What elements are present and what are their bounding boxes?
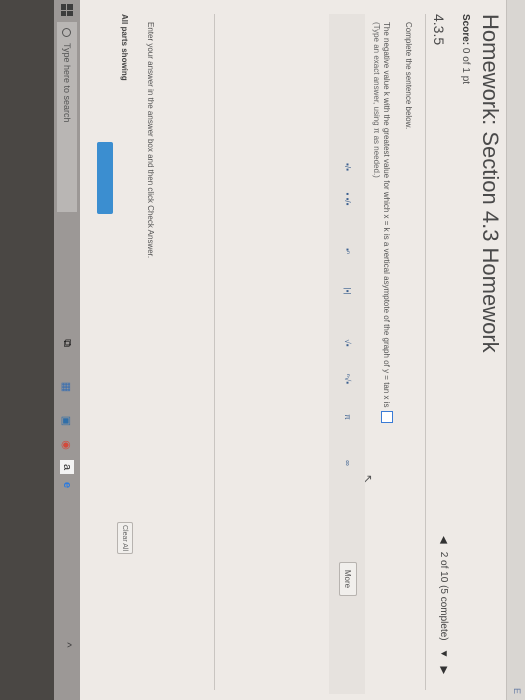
browser-top-bar: E <box>506 0 525 700</box>
cortana-icon <box>62 28 72 37</box>
amazon-icon[interactable]: a <box>60 460 74 474</box>
next-question-icon[interactable]: ▶ <box>438 667 449 675</box>
store-icon[interactable]: ▣ <box>60 414 74 428</box>
dropdown-arrow-icon[interactable]: ▼ <box>438 649 449 659</box>
system-tray-icon[interactable]: ^ <box>60 638 74 652</box>
chrome-icon[interactable]: ◉ <box>60 438 74 452</box>
clear-all-button[interactable]: Clear All <box>117 522 133 554</box>
windows-taskbar: Type here to search ⧉ ▦ ▣ ◉ a e ^ <box>54 0 80 700</box>
task-view-icon[interactable]: ⧉ <box>60 336 74 350</box>
score-value: 0 of 1 pt <box>460 47 471 85</box>
mixed-number-button[interactable]: ▪ ▪/▪ <box>341 190 355 208</box>
divider <box>425 14 426 690</box>
laptop-bezel <box>0 0 54 700</box>
fraction-button[interactable]: ▪/▪ <box>341 158 355 176</box>
question-prompt-row: The negative value k with the greatest v… <box>381 22 393 423</box>
square-root-button[interactable]: √▪ <box>341 334 355 352</box>
answer-input[interactable] <box>381 410 393 423</box>
page-title: Homework: Section 4.3 Homework <box>478 14 503 353</box>
absolute-value-button[interactable]: |▪| <box>341 282 355 300</box>
edge-icon[interactable]: e <box>60 478 74 492</box>
previous-question-icon[interactable]: ◀ <box>438 536 449 544</box>
instruction-text: Complete the sentence below. <box>404 22 413 130</box>
answer-hint: (Type an exact answer, using π as needed… <box>372 22 381 178</box>
infinity-button[interactable]: ∞ <box>341 454 355 472</box>
check-answer-button[interactable] <box>97 142 113 214</box>
laptop-screen: E Homework: Section 4.3 Homework Score: … <box>0 0 525 700</box>
taskbar-search-box[interactable]: Type here to search <box>57 22 77 212</box>
more-button[interactable]: More <box>339 562 357 596</box>
edge-icon: E <box>512 687 522 694</box>
exponent-button[interactable]: ▪ⁿ <box>341 242 355 260</box>
math-toolbar: ▪/▪ ▪ ▪/▪ ▪ⁿ |▪| √▪ ⁿ√▪ π ∞ More <box>329 14 365 694</box>
pi-button[interactable]: π <box>341 408 355 426</box>
all-parts-showing-label: All parts showing <box>120 14 129 81</box>
question-number: 4.3.5 <box>431 14 447 46</box>
divider <box>214 14 215 690</box>
nav-status: 2 of 10 (5 complete) <box>438 551 449 641</box>
file-explorer-icon[interactable]: ▦ <box>60 380 74 394</box>
score-line: Score: 0 of 1 pt <box>460 14 471 84</box>
question-navigation: ◀ 2 of 10 (5 complete) ▼ ▶ <box>438 536 449 674</box>
enter-answer-instruction: Enter your answer in the answer box and … <box>146 22 155 259</box>
score-label: Score: <box>460 14 471 46</box>
windows-start-icon[interactable] <box>61 4 73 16</box>
question-prompt: The negative value k with the greatest v… <box>382 22 392 408</box>
taskbar-search-placeholder: Type here to search <box>62 43 72 123</box>
nth-root-button[interactable]: ⁿ√▪ <box>341 370 355 388</box>
